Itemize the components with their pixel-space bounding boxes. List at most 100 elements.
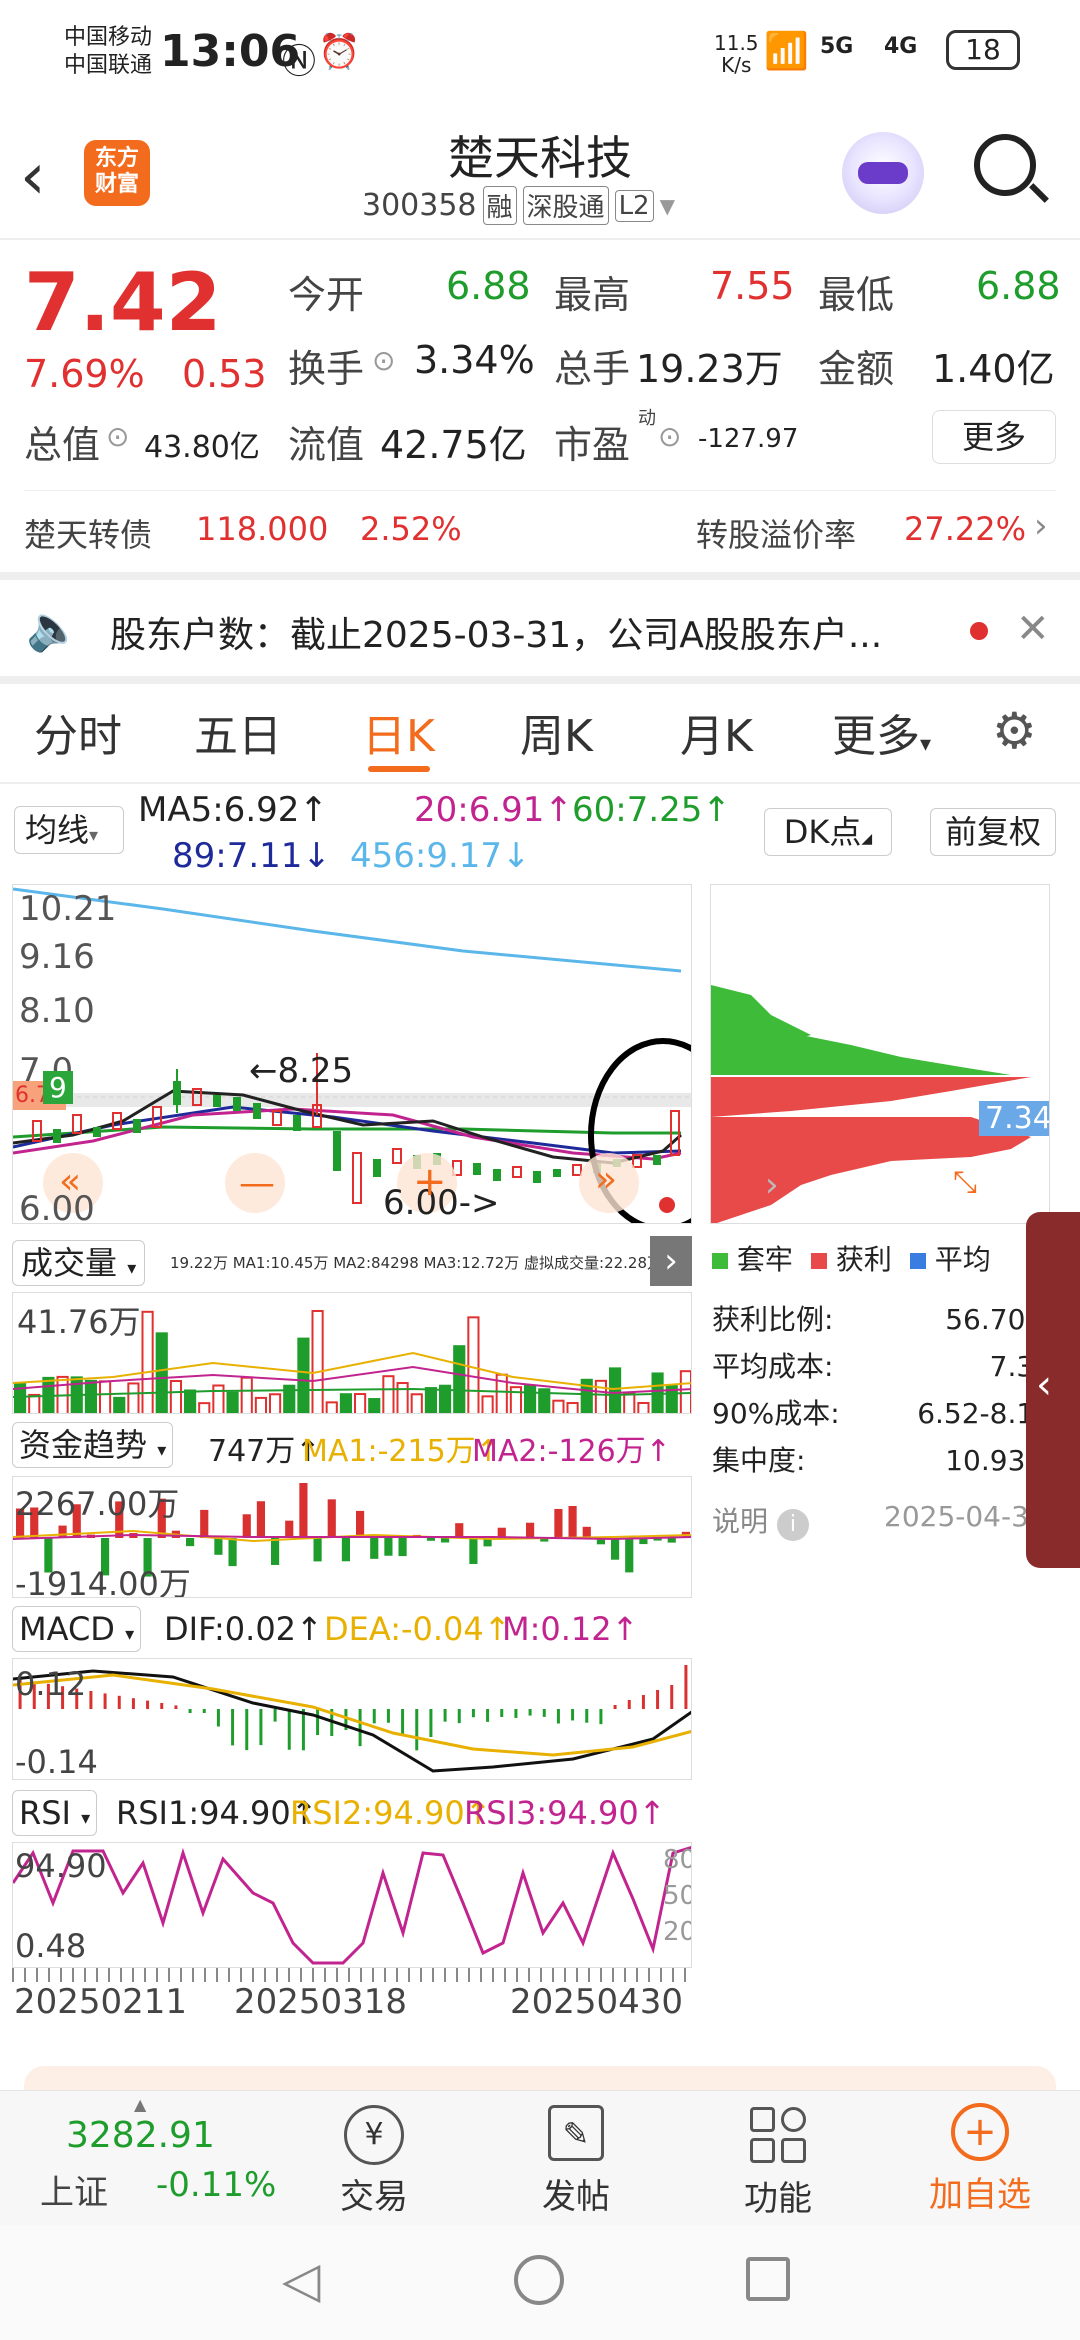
macd-dea-line [13,1673,691,1757]
tag-l2[interactable]: L2 [614,189,654,222]
funds-bar [554,1508,563,1538]
convertible-bond-label[interactable]: 楚天转债 [24,510,152,556]
chevron-right-icon[interactable]: › [650,1236,692,1286]
convertible-bond-price: 118.000 [196,510,329,548]
stat-label: 获利比例: [712,1303,834,1336]
macd-m: M:0.12↑ [502,1610,639,1648]
chevron-down-icon[interactable]: ▼ [660,194,675,218]
rsi-selector[interactable]: RSI ▾ [12,1790,98,1836]
volume-bar [127,1382,140,1413]
funds-header: 资金趋势 ▾ 747万↑ MA1:-215万↑ MA2:-126万↑ [12,1418,692,1474]
turnover-label: 换手 [288,347,365,391]
info-icon[interactable]: ⊙ [372,344,395,377]
volume-bar [566,1402,579,1413]
chevron-right-icon[interactable]: › [765,1165,779,1205]
gear-icon[interactable]: ⚙ [992,702,1037,760]
rsi-panel[interactable]: 94.90 0.48 80 50 20 [12,1842,692,1968]
pe-label: 市盈 [554,423,631,467]
tab-more[interactable]: 更多▾ [832,700,931,764]
funds-bar [426,1538,435,1541]
corner-arrow-icon: ◢ [861,831,873,847]
volume-bar [311,1309,324,1413]
macd-selector[interactable]: MACD ▾ [12,1606,142,1652]
volume-bar [594,1379,607,1413]
info-icon[interactable]: ⊙ [658,420,681,453]
tab-intraday[interactable]: 分时 [34,700,122,764]
notice-bar[interactable]: 🔈 股东户数：截止2025-03-31，公司A股股东户... ✕ [0,580,1080,680]
status-bar: 中国移动 中国联通 13:06 Ⓝ ⏰ 11.5 K/s 📶 5G 4G 18 [0,0,1080,110]
volume-selector[interactable]: 成交量 ▾ [12,1240,146,1286]
double-left-icon: « [59,1161,82,1202]
nav-functions[interactable]: 功能 [678,2091,878,2226]
tab-five-day[interactable]: 五日 [194,700,282,764]
recents-nav-icon[interactable] [746,2257,790,2301]
nav-trade[interactable]: ¥ 交易 [274,2091,474,2226]
current-price: 7.42 [24,256,222,349]
ma-selector[interactable]: 均线▾ [14,806,124,854]
funds-panel[interactable]: 2267.00万 -1914.00万 [12,1476,692,1598]
speaker-icon: 🔈 [26,603,81,654]
index-name[interactable]: 上证 [40,2165,108,2214]
funds-bar [341,1538,350,1562]
nav-add-watchlist[interactable]: + 加自选 [880,2091,1080,2226]
info-icon[interactable]: ⊙ [106,420,129,453]
nav-post[interactable]: ✎ 发帖 [476,2091,676,2226]
tab-weekly-k[interactable]: 周K [520,700,593,764]
tag-connect: 深股通 [522,186,609,225]
funds-bar [313,1538,322,1562]
macd-panel[interactable]: 0.12 -0.14 [12,1658,692,1780]
chip-date: 2025-04-30 [884,1500,1047,1533]
funds-bottom-label: -1914.00万 [15,1565,191,1598]
index-value[interactable]: 3282.91 [66,2115,215,2156]
back-nav-icon[interactable]: ◁ [282,2251,320,2309]
tab-daily-k[interactable]: 日K [362,700,435,764]
change-amount: 0.53 [182,352,267,396]
ma456-label: 456:9.17↓ [350,836,531,876]
volume-bar [212,1384,225,1413]
search-icon[interactable] [974,134,1049,203]
robot-assistant-icon[interactable] [842,132,924,214]
rsi-20-label: 20 [663,1917,691,1947]
caret-down-icon: ▾ [81,1808,91,1829]
ma20-label: 20:6.91↑ [414,790,573,830]
market-cap-label: 总值 [24,423,101,467]
expand-icon[interactable]: ⤡ [953,1165,977,1200]
divider [24,490,1056,491]
adjust-button[interactable]: 前复权 [930,808,1056,856]
volume-bar [623,1392,636,1413]
funds-bar [242,1514,251,1538]
stat-label: 集中度: [712,1444,806,1477]
macd-chart [13,1665,691,1773]
funds-bar [384,1538,393,1556]
side-drawer-tab[interactable]: ‹ [1026,1212,1080,1568]
funds-bar [327,1499,336,1538]
float-cap-label: 流值 [288,423,365,467]
home-nav-icon[interactable] [514,2255,564,2305]
premium-label[interactable]: 转股溢价率 [696,510,856,556]
chip-note-label: 说明 [712,1505,769,1538]
yen-icon: ¥ [344,2105,404,2165]
close-icon[interactable]: ✕ [1016,606,1050,652]
dk-point-button[interactable]: DK点◢ [764,808,892,856]
chevron-right-icon[interactable]: › [1034,506,1048,546]
chip-distribution[interactable]: 7.34 › ⤡ [710,884,1050,1224]
legend-average: 平均 [909,1238,991,1278]
stat-label: 90%成本: [712,1397,840,1430]
kline-panel[interactable]: 10.21 9.16 8.10 7.0 6.00 6.70 9 ←8.25 6.… [12,884,692,1224]
volume-bar [141,1310,154,1413]
date-label: 20250211 [14,1982,188,2022]
index-change[interactable]: -0.11% [156,2165,276,2205]
tab-monthly-k[interactable]: 月K [680,700,753,764]
chip-note[interactable]: 说明 i [712,1500,809,1541]
macd-bottom-label: -0.14 [15,1743,98,1780]
speed-unit: K/s [721,53,752,77]
notice-text[interactable]: 股东户数：截止2025-03-31，公司A股股东户... [110,606,882,658]
volume-panel[interactable]: 41.76万 [12,1292,692,1414]
more-button[interactable]: 更多 [932,410,1056,464]
funds-selector[interactable]: 资金趋势 ▾ [12,1422,174,1468]
plus-circle-icon: + [951,2103,1009,2161]
nfc-icon: Ⓝ [282,42,316,82]
volume-bar [113,1396,126,1413]
macd-top-label: 0.12 [15,1665,87,1703]
funds-bar [568,1506,577,1538]
